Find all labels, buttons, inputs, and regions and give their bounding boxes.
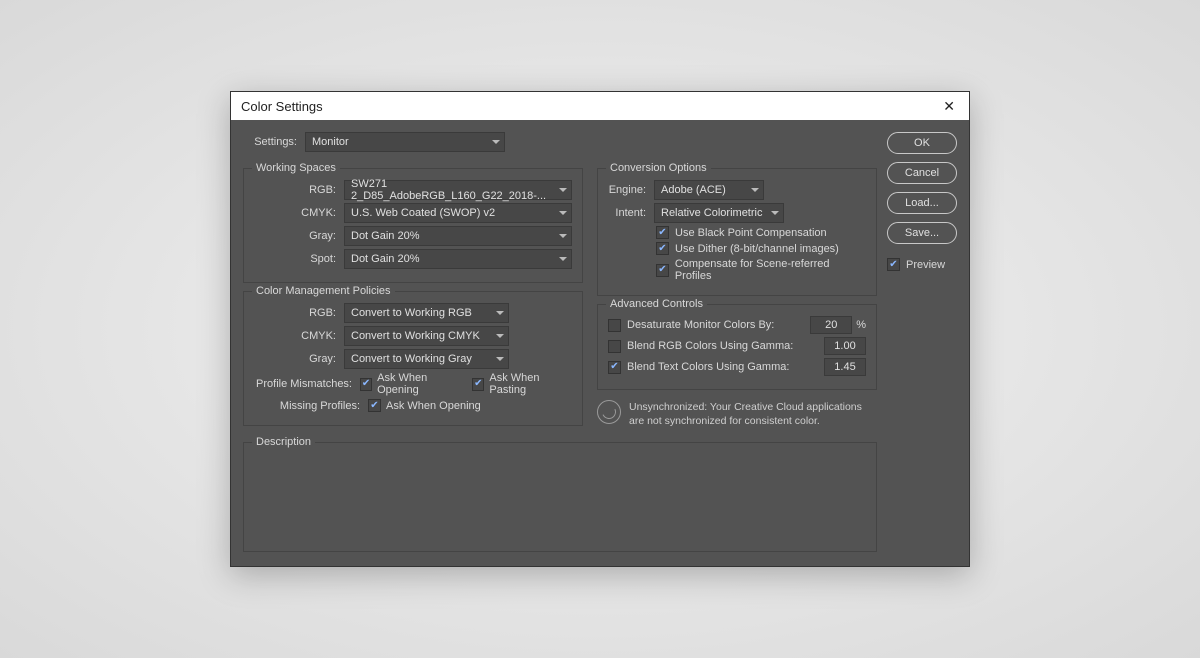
working-spaces-group: Working Spaces RGB: SW271 2_D85_AdobeRGB… <box>243 168 583 283</box>
chevron-down-icon <box>492 140 500 144</box>
settings-select[interactable]: Monitor <box>305 132 505 152</box>
conv-engine-label: Engine: <box>608 184 648 196</box>
ws-cmyk-select[interactable]: U.S. Web Coated (SWOP) v2 <box>344 203 572 223</box>
cmp-missing-label: Missing Profiles: <box>254 400 360 412</box>
conv-scene-checkbox[interactable] <box>656 264 669 277</box>
conv-dither-label: Use Dither (8-bit/channel images) <box>675 243 839 255</box>
save-button[interactable]: Save... <box>887 222 957 244</box>
chevron-down-icon <box>751 188 759 192</box>
conv-engine-select[interactable]: Adobe (ACE) <box>654 180 764 200</box>
ws-rgb-select[interactable]: SW271 2_D85_AdobeRGB_L160_G22_2018-... <box>344 180 572 200</box>
ws-cmyk-label: CMYK: <box>254 207 338 219</box>
adv-blend-text-label: Blend Text Colors Using Gamma: <box>627 361 789 373</box>
chevron-down-icon <box>496 311 504 315</box>
cmp-gray-select[interactable]: Convert to Working Gray <box>344 349 509 369</box>
cmp-missing-open-label: Ask When Opening <box>386 400 481 412</box>
cmp-mismatch-label: Profile Mismatches: <box>254 378 352 390</box>
chevron-down-icon <box>559 188 567 192</box>
ws-spot-select[interactable]: Dot Gain 20% <box>344 249 572 269</box>
sync-text: Unsynchronized: Your Creative Cloud appl… <box>629 400 877 428</box>
adv-blend-rgb-input[interactable]: 1.00 <box>824 337 866 355</box>
adv-blend-rgb-label: Blend RGB Colors Using Gamma: <box>627 340 793 352</box>
chevron-down-icon <box>559 211 567 215</box>
description-group: Description <box>243 442 877 552</box>
chevron-down-icon <box>496 334 504 338</box>
cmp-group: Color Management Policies RGB: Convert t… <box>243 291 583 426</box>
preview-label: Preview <box>906 259 945 271</box>
conv-dither-checkbox[interactable] <box>656 242 669 255</box>
cmp-cmyk-select[interactable]: Convert to Working CMYK <box>344 326 509 346</box>
conv-intent-select[interactable]: Relative Colorimetric <box>654 203 784 223</box>
cmp-rgb-label: RGB: <box>254 307 338 319</box>
chevron-down-icon <box>496 357 504 361</box>
advanced-controls-group: Advanced Controls Desaturate Monitor Col… <box>597 304 877 390</box>
cancel-button[interactable]: Cancel <box>887 162 957 184</box>
ok-button[interactable]: OK <box>887 132 957 154</box>
ws-rgb-label: RGB: <box>254 184 338 196</box>
adv-desat-checkbox[interactable] <box>608 319 621 332</box>
adv-blend-text-checkbox[interactable] <box>608 361 621 374</box>
cmp-rgb-select[interactable]: Convert to Working RGB <box>344 303 509 323</box>
working-spaces-legend: Working Spaces <box>252 162 340 174</box>
chevron-down-icon <box>559 234 567 238</box>
adv-desat-unit: % <box>856 319 866 331</box>
adv-desat-label: Desaturate Monitor Colors By: <box>627 319 774 331</box>
close-icon[interactable]: ✕ <box>939 98 959 115</box>
dialog-title: Color Settings <box>241 99 323 114</box>
color-settings-dialog: Color Settings ✕ Settings: Monitor Worki… <box>230 91 970 567</box>
conv-legend: Conversion Options <box>606 162 711 174</box>
cmp-cmyk-label: CMYK: <box>254 330 338 342</box>
cmp-mismatch-paste-label: Ask When Pasting <box>489 372 572 396</box>
adv-blend-rgb-checkbox[interactable] <box>608 340 621 353</box>
adv-legend: Advanced Controls <box>606 298 707 310</box>
description-legend: Description <box>252 436 315 448</box>
cmp-mismatch-paste-checkbox[interactable] <box>472 378 484 391</box>
preview-checkbox[interactable] <box>887 258 900 271</box>
conversion-options-group: Conversion Options Engine: Adobe (ACE) I… <box>597 168 877 296</box>
conv-scene-label: Compensate for Scene-referred Profiles <box>675 258 866 282</box>
adv-desat-input[interactable]: 20 <box>810 316 852 334</box>
chevron-down-icon <box>559 257 567 261</box>
cmp-missing-open-checkbox[interactable] <box>368 399 381 412</box>
cmp-legend: Color Management Policies <box>252 285 395 297</box>
cmp-mismatch-open-checkbox[interactable] <box>360 378 372 391</box>
cmp-mismatch-open-label: Ask When Opening <box>377 372 464 396</box>
ws-gray-select[interactable]: Dot Gain 20% <box>344 226 572 246</box>
titlebar: Color Settings ✕ <box>231 92 969 120</box>
load-button[interactable]: Load... <box>887 192 957 214</box>
ws-spot-label: Spot: <box>254 253 338 265</box>
sync-icon <box>597 400 621 424</box>
ws-gray-label: Gray: <box>254 230 338 242</box>
conv-bpc-checkbox[interactable] <box>656 226 669 239</box>
settings-label: Settings: <box>243 136 297 148</box>
adv-blend-text-input[interactable]: 1.45 <box>824 358 866 376</box>
chevron-down-icon <box>771 211 779 215</box>
conv-intent-label: Intent: <box>608 207 648 219</box>
conv-bpc-label: Use Black Point Compensation <box>675 227 827 239</box>
cmp-gray-label: Gray: <box>254 353 338 365</box>
sync-status: Unsynchronized: Your Creative Cloud appl… <box>597 400 877 428</box>
